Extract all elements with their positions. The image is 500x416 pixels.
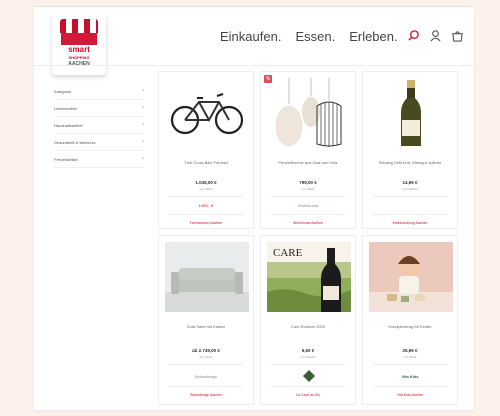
product-unit: pro Flasche [402,187,418,191]
vendor-logo: Wohndesign [194,374,218,379]
sidebar-item[interactable]: Kategorie › [54,83,144,100]
shop-icon [61,33,97,45]
chevron-right-icon: › [142,122,144,128]
product-card[interactable]: % Pendelleuchte aus Glas und Holz 799,00… [260,71,356,229]
vendor-name[interactable]: La Cave du Vin [261,393,355,397]
vendor-name[interactable]: Wohnkunst Aachen [261,221,355,225]
sidebar-item-label: Lebensmittel [54,105,77,111]
product-card[interactable]: Sofa Samt mit Kissen ab 2.749,00 € pro S… [158,235,254,405]
product-unit: pro Stück [199,355,213,359]
product-title[interactable]: Care Rotwein 2020 [265,324,351,329]
user-icon[interactable] [429,29,442,42]
product-card[interactable]: CARE Care Rotwein 2020 6,50 € pro Flasch… [260,235,356,405]
vendor-logo: Wohnkunst [298,203,318,208]
chevron-right-icon: › [142,105,144,111]
header-divider [34,65,474,66]
divider [169,214,243,215]
chevron-right-icon: › [142,88,144,94]
sidebar-item-label: Gesundheit & Wellness [54,139,96,145]
awning-icon [60,19,98,33]
vendor-name[interactable]: Wohndesign Aachen [159,393,253,397]
vendor-logo: Vita Kids [401,374,419,379]
product-image-bike [170,93,244,135]
chevron-right-icon: › [142,139,144,145]
bag-icon[interactable] [451,29,464,42]
product-title[interactable]: Holzspielzeug für Kinder [367,324,453,329]
vendor-name[interactable]: Fahrradshop Aachen [159,221,253,225]
product-image-lamps [275,78,342,147]
product-price: 6,50 € [301,348,315,353]
category-sidebar: Kategorie › Lebensmittel › Haushaltsartike… [54,83,144,168]
product-price: 1.049,00 € [195,180,217,185]
page: smart SHOPPING AACHEN Einkaufen. Essen. … [34,6,474,410]
product-title[interactable]: Trek Cross Bike Fahrrad [163,160,249,165]
product-image-toys [369,242,453,312]
chevron-right-icon: › [142,156,144,162]
divider [169,364,243,365]
logo-text-city: AACHEN [68,61,90,67]
sidebar-item[interactable]: Freizeitartikel › [54,151,144,168]
search-icon[interactable] [407,29,420,42]
product-price: 25,95 € [402,348,418,353]
sidebar-item-label: Freizeitartikel [54,156,78,162]
sidebar-item-label: Haushaltsartikel [54,122,83,128]
main-nav: Einkaufen. Essen. Erleben. [220,29,398,44]
product-price: 14,95 € [402,180,418,185]
product-title[interactable]: Sofa Samt mit Kissen [163,324,249,329]
sidebar-item[interactable]: Gesundheit & Wellness › [54,134,144,151]
vendor-logo-icon [303,370,315,382]
divider [271,364,345,365]
nav-erleben[interactable]: Erleben. [349,29,397,44]
logo-text-smart: smart [68,45,90,54]
divider [271,386,345,387]
sidebar-item-label: Kategorie [54,88,72,94]
header-icons [407,29,464,42]
vendor-name[interactable]: Vita Kids Aachen [363,393,457,397]
product-unit: pro Stück [301,187,315,191]
divider [373,214,447,215]
product-card[interactable]: Riesling Sekt brut, Weingut Vollmer 14,9… [362,71,458,229]
sidebar-item[interactable]: Haushaltsartikel › [54,117,144,134]
product-image-sofa [165,242,249,312]
divider [373,386,447,387]
nav-essen[interactable]: Essen. [295,29,335,44]
product-old-price: 1499,- € [198,203,214,208]
product-card[interactable]: Holzspielzeug für Kinder 25,95 € pro Stü… [362,235,458,405]
vendor-name[interactable]: Weinhandlung Aachen [363,221,457,225]
product-unit: pro Flasche [300,355,316,359]
divider [169,386,243,387]
product-title[interactable]: Pendelleuchte aus Glas und Holz [265,160,351,165]
divider [169,196,243,197]
divider [373,364,447,365]
product-unit: pro Stück [403,355,417,359]
divider [271,196,345,197]
divider [271,214,345,215]
product-unit: pro Stück [199,187,213,191]
divider [373,196,447,197]
product-image-care-wine: CARE [267,242,351,312]
product-image-sekt [401,80,421,146]
product-price: 799,00 € [299,180,317,185]
svg-text:CARE: CARE [273,247,303,259]
product-title[interactable]: Riesling Sekt brut, Weingut Vollmer [367,160,453,165]
sidebar-item[interactable]: Lebensmittel › [54,100,144,117]
nav-einkaufen[interactable]: Einkaufen. [220,29,281,44]
product-card[interactable]: Trek Cross Bike Fahrrad 1.049,00 € pro S… [158,71,254,229]
product-price: ab 2.749,00 € [192,348,220,353]
